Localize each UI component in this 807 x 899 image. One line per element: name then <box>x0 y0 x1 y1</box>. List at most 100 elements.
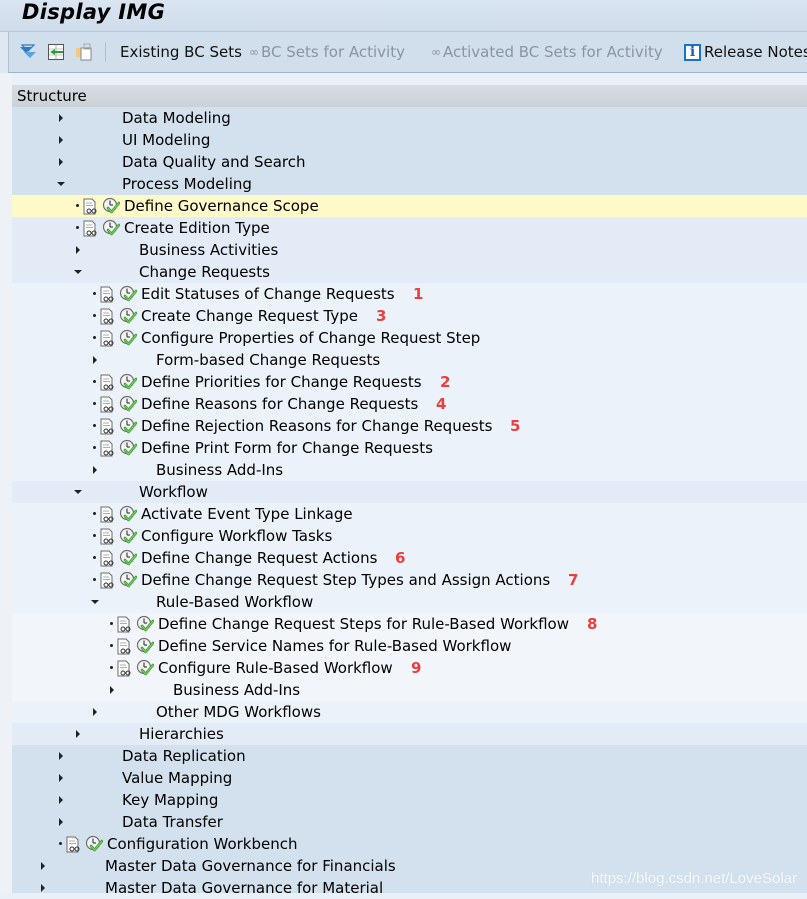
tree-node-label[interactable]: Business Activities <box>139 239 278 261</box>
tree-node-label[interactable]: Define Governance Scope <box>124 195 319 217</box>
tree-node-activity[interactable]: Define Service Names for Rule-Based Work… <box>12 635 807 657</box>
execute-activity-icon[interactable] <box>119 285 138 303</box>
expand-toggle[interactable] <box>56 745 68 767</box>
tree-node-label[interactable]: Master Data Governance for Financials <box>105 855 396 877</box>
expand-toggle[interactable] <box>90 701 102 723</box>
tree-node-folder[interactable]: Form-based Change Requests <box>12 349 807 371</box>
tree-node-label[interactable]: Configure Properties of Change Request S… <box>141 327 480 349</box>
tree-node-label[interactable]: Business Add-Ins <box>173 679 300 701</box>
documentation-icon[interactable] <box>100 286 115 303</box>
tree-node-activity[interactable]: Create Edition Type <box>12 217 807 239</box>
expand-toggle[interactable] <box>73 723 85 745</box>
expand-toggle[interactable] <box>56 767 68 789</box>
expand-toggle[interactable] <box>56 107 68 129</box>
copy-node-button[interactable] <box>75 32 93 72</box>
documentation-icon[interactable] <box>83 198 98 215</box>
tree-node-folder[interactable]: Data Quality and Search <box>12 151 807 173</box>
collapse-toggle[interactable] <box>56 173 68 195</box>
expand-toggle[interactable] <box>90 349 102 371</box>
tree-node-folder[interactable]: UI Modeling <box>12 129 807 151</box>
execute-activity-icon[interactable] <box>119 307 138 325</box>
documentation-icon[interactable] <box>100 396 115 413</box>
execute-activity-icon[interactable] <box>119 373 138 391</box>
execute-activity-icon[interactable] <box>136 637 155 655</box>
tree-node-label[interactable]: Define Reasons for Change Requests <box>141 393 418 415</box>
execute-activity-icon[interactable] <box>85 835 104 853</box>
tree-node-label[interactable]: Define Change Request Steps for Rule-Bas… <box>158 613 569 635</box>
collapse-toggle[interactable] <box>90 591 102 613</box>
expand-toggle[interactable] <box>56 789 68 811</box>
documentation-icon[interactable] <box>117 616 132 633</box>
documentation-icon[interactable] <box>100 528 115 545</box>
tree-node-label[interactable]: Rule-Based Workflow <box>156 591 313 613</box>
tree-node-folder[interactable]: Business Add-Ins <box>12 459 807 481</box>
tree-node-activity[interactable]: Configuration Workbench <box>12 833 807 855</box>
tree-node-label[interactable]: Form-based Change Requests <box>156 349 380 371</box>
tree-node-folder[interactable]: Other MDG Workflows <box>12 701 807 723</box>
execute-activity-icon[interactable] <box>119 505 138 523</box>
expand-toggle[interactable] <box>73 239 85 261</box>
tree-node-label[interactable]: Workflow <box>139 481 208 503</box>
collapse-toggle[interactable] <box>73 261 85 283</box>
tree-node-activity[interactable]: Define Rejection Reasons for Change Requ… <box>12 415 807 437</box>
tree-node-label[interactable]: Data Replication <box>122 745 246 767</box>
documentation-icon[interactable] <box>83 220 98 237</box>
tree-node-label[interactable]: Define Print Form for Change Requests <box>141 437 433 459</box>
tree-node-label[interactable]: Activate Event Type Linkage <box>141 503 353 525</box>
tree-node-label[interactable]: Configuration Workbench <box>107 833 298 855</box>
documentation-icon[interactable] <box>117 660 132 677</box>
execute-activity-icon[interactable] <box>136 615 155 633</box>
tree-node-label[interactable]: Define Rejection Reasons for Change Requ… <box>141 415 492 437</box>
execute-activity-icon[interactable] <box>119 527 138 545</box>
execute-activity-icon[interactable] <box>119 571 138 589</box>
tree-node-label[interactable]: Hierarchies <box>139 723 224 745</box>
activated-bc-sets-button[interactable]: ∞ Activated BC Sets for Activity <box>431 32 663 72</box>
tree-node-label[interactable]: Create Edition Type <box>124 217 270 239</box>
collapse-toggle[interactable] <box>73 481 85 503</box>
tree-node-label[interactable]: Configure Rule-Based Workflow <box>158 657 393 679</box>
expand-toggle[interactable] <box>56 151 68 173</box>
tree-node-folder[interactable]: Business Activities <box>12 239 807 261</box>
tree-node-label[interactable]: Data Modeling <box>122 107 231 129</box>
tree-node-folder[interactable]: Data Modeling <box>12 107 807 129</box>
tree-node-activity[interactable]: Create Change Request Type 3 <box>12 305 807 327</box>
documentation-icon[interactable] <box>117 638 132 655</box>
documentation-icon[interactable] <box>100 506 115 523</box>
tree-node-activity[interactable]: Edit Statuses of Change Requests 1 <box>12 283 807 305</box>
position-cursor-button[interactable] <box>47 32 65 72</box>
tree-node-activity[interactable]: Configure Workflow Tasks <box>12 525 807 547</box>
expand-toggle[interactable] <box>56 129 68 151</box>
tree-node-label[interactable]: Change Requests <box>139 261 270 283</box>
tree-node-folder[interactable]: Workflow <box>12 481 807 503</box>
release-notes-button[interactable]: i Release Notes <box>684 32 807 72</box>
tree-node-label[interactable]: Configure Workflow Tasks <box>141 525 332 547</box>
tree-node-label[interactable]: Create Change Request Type <box>141 305 358 327</box>
tree-node-label[interactable]: Define Service Names for Rule-Based Work… <box>158 635 511 657</box>
tree-node-activity[interactable]: Activate Event Type Linkage <box>12 503 807 525</box>
tree-node-label[interactable]: Define Change Request Step Types and Ass… <box>141 569 550 591</box>
execute-activity-icon[interactable] <box>119 439 138 457</box>
documentation-icon[interactable] <box>100 572 115 589</box>
tree-node-folder[interactable]: Rule-Based Workflow <box>12 591 807 613</box>
tree-node-label[interactable]: UI Modeling <box>122 129 210 151</box>
tree-node-folder[interactable]: Value Mapping <box>12 767 807 789</box>
tree-node-label[interactable]: Business Add-Ins <box>156 459 283 481</box>
tree-node-folder[interactable]: Key Mapping <box>12 789 807 811</box>
expand-toggle[interactable] <box>38 855 50 877</box>
tree-node-label[interactable]: Define Priorities for Change Requests <box>141 371 422 393</box>
documentation-icon[interactable] <box>100 330 115 347</box>
tree-node-label[interactable]: Value Mapping <box>122 767 232 789</box>
tree-node-label[interactable]: Process Modeling <box>122 173 252 195</box>
tree-node-activity[interactable]: Configure Properties of Change Request S… <box>12 327 807 349</box>
tree-node-activity[interactable]: Define Priorities for Change Requests 2 <box>12 371 807 393</box>
tree-node-label[interactable]: Edit Statuses of Change Requests <box>141 283 395 305</box>
tree-node-folder[interactable]: Data Transfer <box>12 811 807 833</box>
existing-bc-sets-button[interactable]: Existing BC Sets <box>120 32 242 72</box>
tree-node-folder[interactable]: Data Replication <box>12 745 807 767</box>
documentation-icon[interactable] <box>100 418 115 435</box>
tree-node-label[interactable]: Define Change Request Actions <box>141 547 377 569</box>
tree-node-folder[interactable]: Business Add-Ins <box>12 679 807 701</box>
tree-node-label[interactable]: Data Transfer <box>122 811 223 833</box>
tree-node-folder[interactable]: Hierarchies <box>12 723 807 745</box>
tree-node-folder[interactable]: Process Modeling <box>12 173 807 195</box>
